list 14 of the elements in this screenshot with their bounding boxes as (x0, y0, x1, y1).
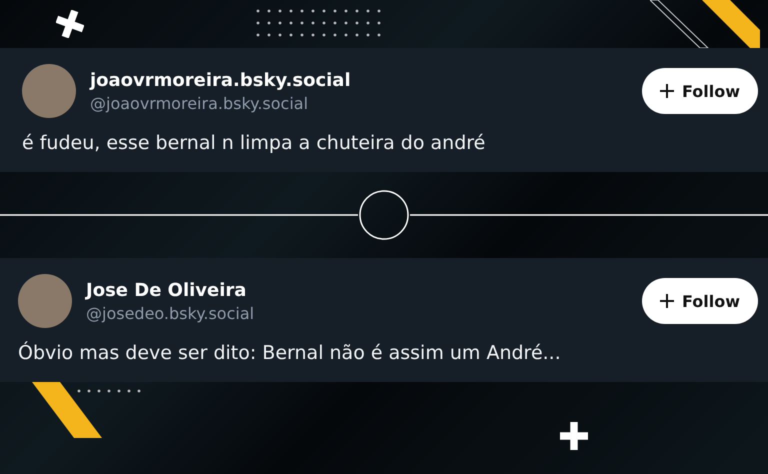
display-name: Jose De Oliveira (86, 280, 248, 300)
display-name: joaovrmoreira.bsky.social (90, 70, 352, 90)
avatar (22, 64, 76, 118)
user-handle: @josedeo.bsky.social (86, 304, 256, 322)
post-text: é fudeu, esse bernal n limpa a chuteira do andré (22, 132, 486, 154)
avatar (18, 274, 72, 328)
plus-icon (56, 10, 84, 38)
post-text: Óbvio mas deve ser dito: Bernal não é assim um André... (18, 342, 562, 364)
follow-button[interactable]: Follow (642, 278, 758, 324)
plus-icon (660, 84, 674, 98)
plus-icon (660, 294, 674, 308)
plus-icon (560, 422, 588, 450)
follow-button[interactable]: Follow (642, 68, 758, 114)
user-handle: @joaovrmoreira.bsky.social (90, 94, 310, 112)
